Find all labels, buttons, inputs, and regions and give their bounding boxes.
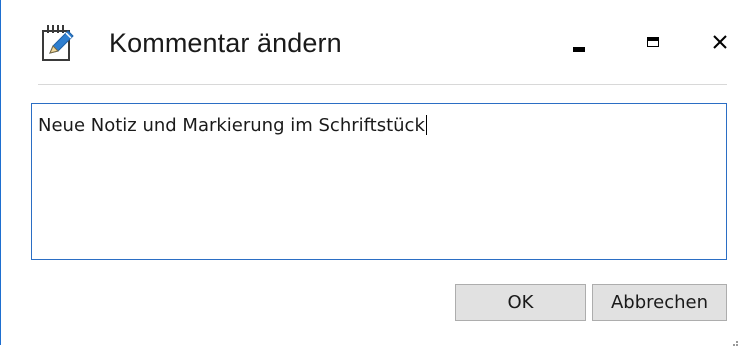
maximize-button[interactable] [631, 22, 675, 62]
close-icon [711, 33, 729, 51]
resize-grip-icon[interactable] [729, 334, 739, 346]
minimize-icon [573, 46, 585, 52]
maximize-icon [647, 37, 659, 47]
title-separator [38, 84, 727, 85]
comment-text: Neue Notiz und Markierung im Schriftstüc… [38, 115, 425, 136]
minimize-button[interactable] [557, 22, 601, 62]
close-button[interactable] [698, 22, 741, 62]
ok-button[interactable]: OK [455, 284, 586, 321]
cancel-button[interactable]: Abbrechen [592, 284, 727, 321]
text-caret [425, 115, 427, 135]
dialog-title: Kommentar ändern [109, 28, 342, 58]
comment-textarea[interactable]: Neue Notiz und Markierung im Schriftstüc… [31, 103, 727, 260]
comment-dialog: Kommentar ändern Neue Notiz und Markieru… [0, 0, 741, 346]
edit-note-icon [38, 22, 78, 64]
title-bar[interactable]: Kommentar ändern [1, 0, 741, 80]
